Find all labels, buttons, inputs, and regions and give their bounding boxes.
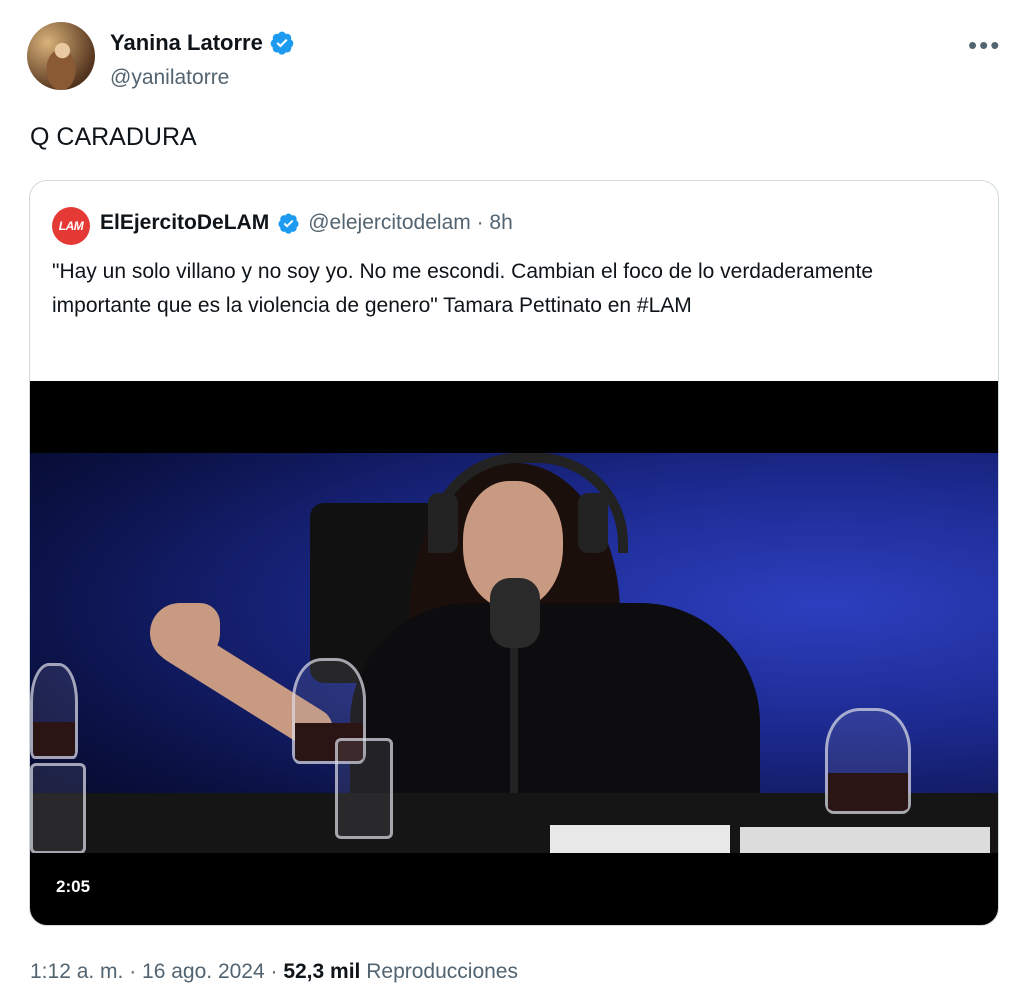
verified-badge-icon xyxy=(270,31,294,55)
headphone-earcup-right xyxy=(578,493,608,553)
quoted-handle-time[interactable]: @elejercitodelam · 8h xyxy=(308,211,513,235)
views-label: Reproducciones xyxy=(360,960,518,983)
author-name[interactable]: Yanina Latorre xyxy=(110,30,263,56)
headphone-earcup-left xyxy=(428,493,458,553)
author-handle[interactable]: @yanilatorre xyxy=(110,66,229,90)
more-horizontal-icon[interactable]: ••• xyxy=(968,30,1001,61)
video-player[interactable]: 2:05 xyxy=(30,381,998,925)
desk-paper xyxy=(740,827,990,853)
tweet-timestamp[interactable]: 1:12 a. m. · 16 ago. 2024 · xyxy=(30,960,283,983)
water-glass xyxy=(30,763,86,853)
wine-glass xyxy=(825,708,911,814)
quoted-header: ElEjercitoDeLAM @elejercitodelam · 8h xyxy=(100,211,513,235)
author-name-row[interactable]: Yanina Latorre xyxy=(110,30,295,56)
wine-glass xyxy=(30,663,78,759)
verified-badge-icon xyxy=(278,212,299,234)
tweet-footer: 1:12 a. m. · 16 ago. 2024 · 52,3 mil Rep… xyxy=(30,960,518,984)
person-hand xyxy=(150,603,220,663)
author-avatar[interactable] xyxy=(27,22,95,90)
water-glass xyxy=(335,738,393,839)
tweet-text: Q CARADURA xyxy=(30,123,197,151)
quoted-avatar[interactable]: LAM xyxy=(52,207,90,245)
views-count: 52,3 mil xyxy=(283,960,361,983)
quoted-tweet[interactable]: LAM ElEjercitoDeLAM @elejercitodelam · 8… xyxy=(29,180,999,926)
quoted-text: "Hay un solo villano y no soy yo. No me … xyxy=(52,260,874,317)
desk-paper xyxy=(550,825,730,853)
video-duration: 2:05 xyxy=(56,877,91,896)
video-frame xyxy=(30,453,998,853)
quoted-author-name[interactable]: ElEjercitoDeLAM xyxy=(100,211,269,235)
microphone xyxy=(490,578,540,648)
